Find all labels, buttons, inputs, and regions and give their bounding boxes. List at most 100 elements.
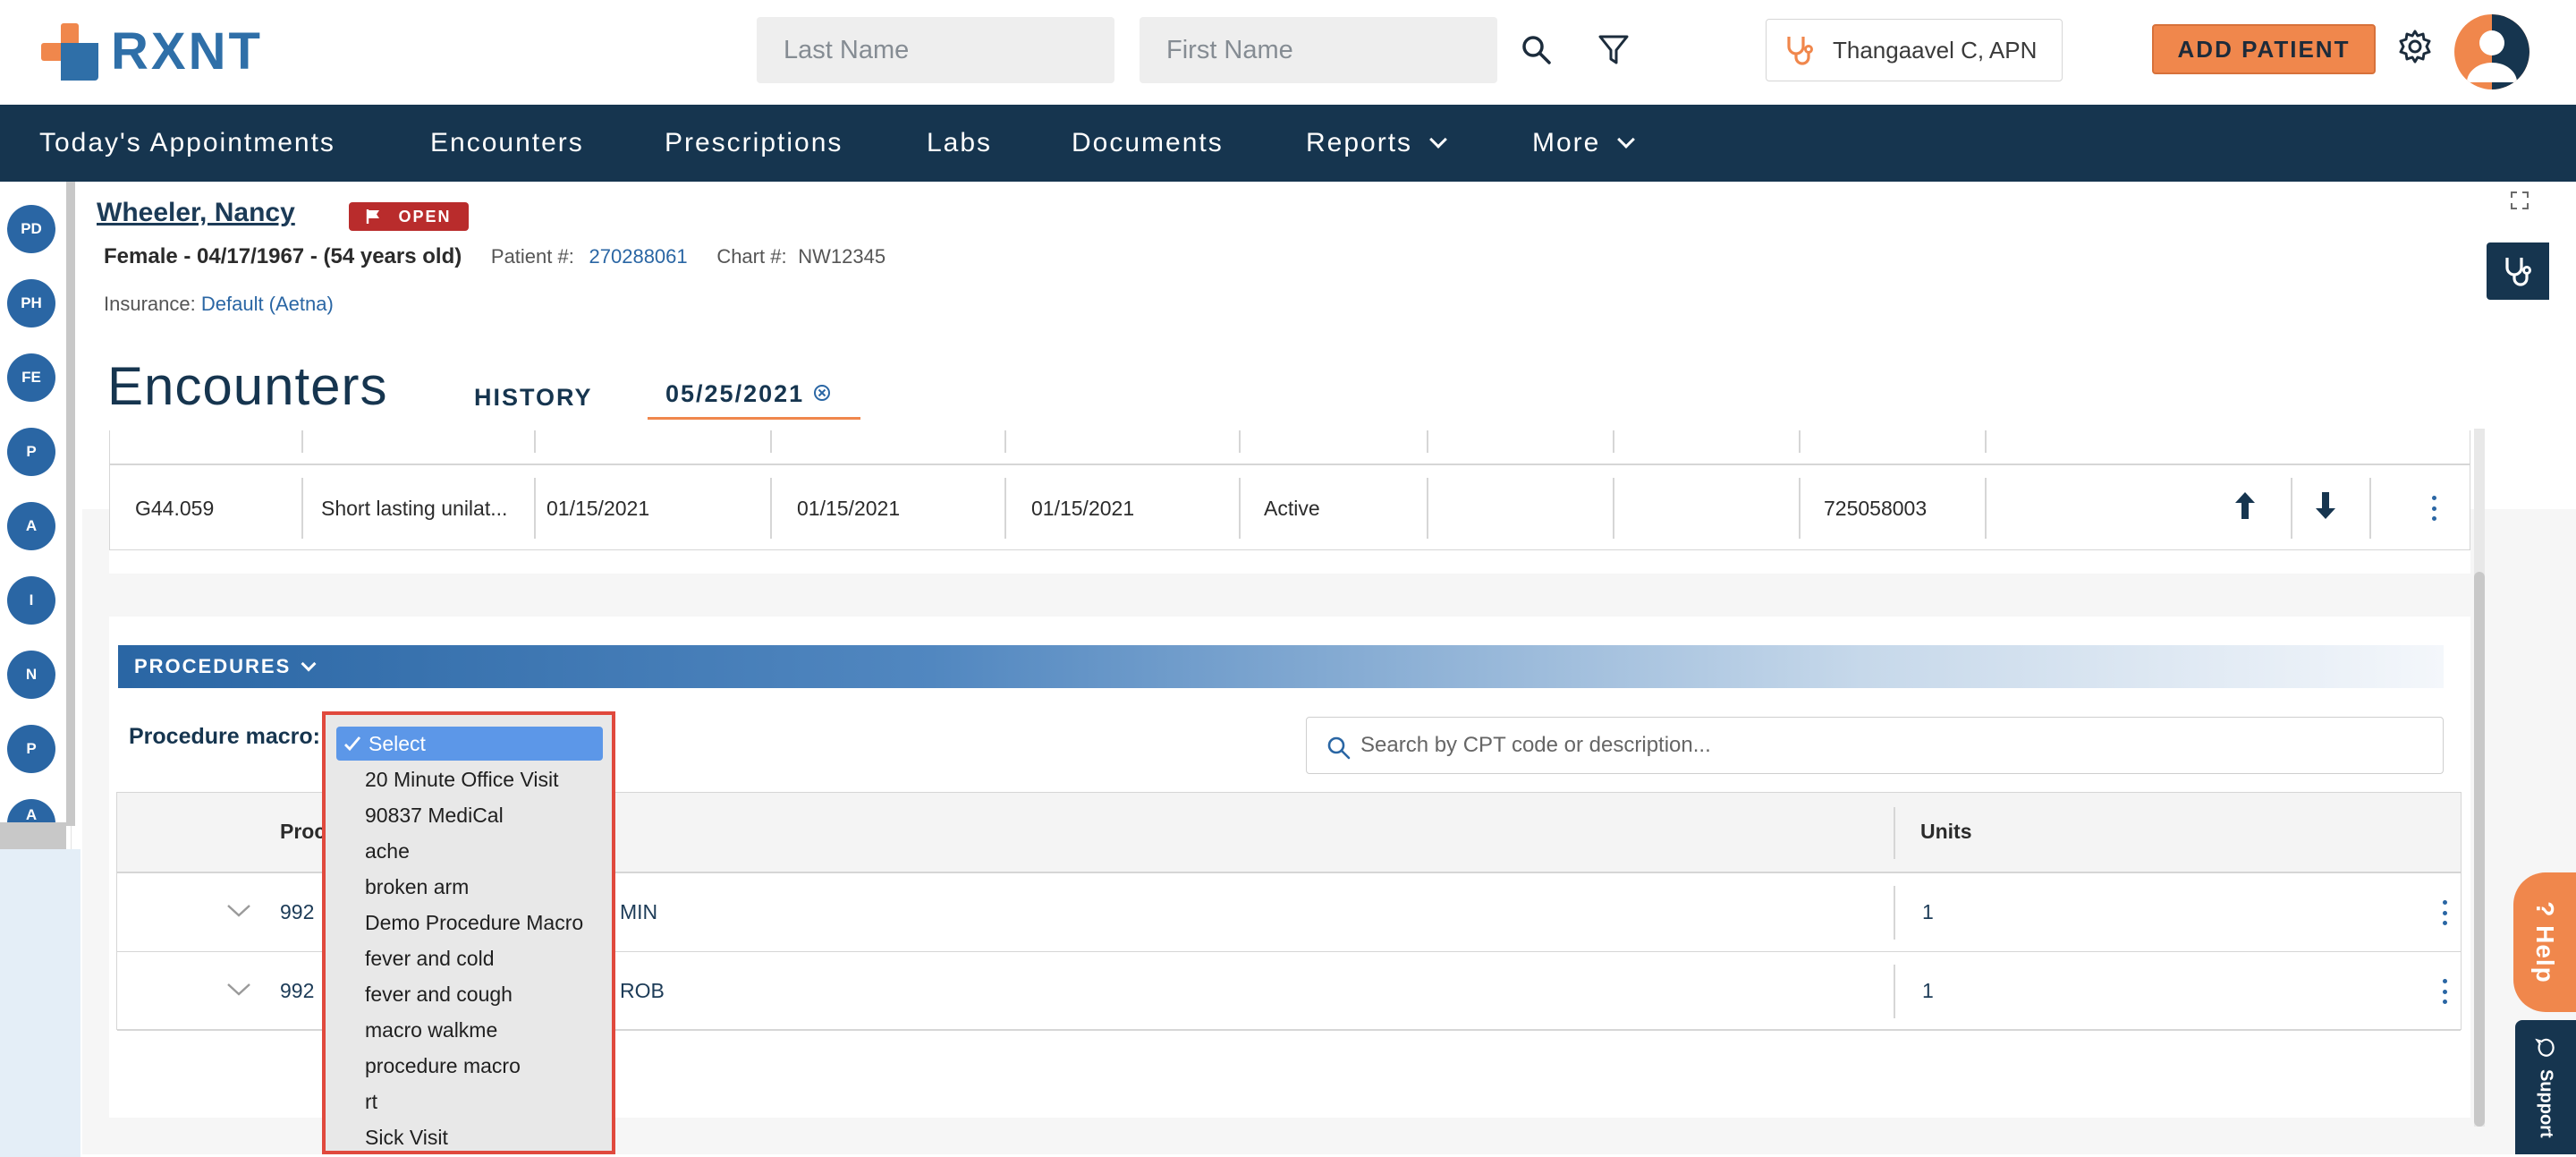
nav-documents[interactable]: Documents [1072,105,1224,182]
support-tab[interactable]: Support [2515,1020,2576,1154]
rail-button-p[interactable]: P [7,428,55,476]
clinical-panel-button[interactable] [2487,242,2549,300]
tab-current-encounter[interactable]: 05/25/2021 [648,380,860,420]
problem-code: G44.059 [135,496,215,520]
dropdown-option[interactable]: 20 Minute Office Visit [365,768,558,792]
patient-number-label: Patient #: [490,245,574,268]
rail-scrollbar[interactable] [66,182,75,826]
procedure-macro-label: Procedure macro: [129,724,320,749]
cpt-search-input[interactable]: Search by CPT code or description... [1306,717,2444,774]
problem-status: Active [1264,496,1320,520]
nav-reports-label: Reports [1306,128,1413,157]
support-tab-label: Support [2534,1037,2556,1137]
close-circle-icon[interactable] [813,384,831,402]
column-header-units[interactable]: Units [1920,820,1972,844]
user-avatar[interactable] [2454,14,2529,89]
content-scrollbar[interactable] [2474,429,2485,1127]
chevron-down-icon [1429,131,1447,149]
dropdown-option[interactable]: fever and cold [365,947,494,971]
chevron-down-icon[interactable] [226,983,251,1000]
nav-more-label: More [1532,128,1601,157]
rail-button-p2[interactable]: P [7,725,55,773]
problem-date: 01/15/2021 [1031,496,1135,520]
insurance-link[interactable]: Default (Aetna) [201,293,334,315]
patient-number[interactable]: 270288061 [589,245,688,268]
table-row[interactable]: G44.059 Short lasting unilat... 01/15/20… [109,464,2470,550]
dropdown-option[interactable]: broken arm [365,875,469,899]
nav-encounters[interactable]: Encounters [430,105,584,182]
chart-number-label: Chart #: [716,245,787,268]
procedure-units[interactable]: 1 [1922,979,1934,1003]
dropdown-selected-label: Select [369,731,426,755]
add-patient-button[interactable]: ADD PATIENT [2152,24,2376,74]
patient-name[interactable]: Wheeler, Nancy [97,198,295,228]
provider-name: Thangaavel C, APN [1833,36,2038,64]
dropdown-option[interactable]: rt [365,1090,377,1114]
status-badge: OPEN [349,202,469,231]
procedure-macro-dropdown[interactable]: Select 20 Minute Office Visit 90837 Medi… [322,711,615,1154]
last-name-input[interactable] [757,17,1114,83]
dropdown-option-selected[interactable]: Select [336,727,603,761]
stethoscope-icon [2505,258,2531,286]
nav-todays-appointments[interactable]: Today's Appointments [39,105,335,182]
rail-button-n[interactable]: N [7,651,55,699]
rxnt-logo[interactable]: RXNT [41,20,274,84]
problem-date: 08/02/2020 [547,430,649,465]
chevron-down-icon[interactable] [226,904,251,922]
insurance-info: Insurance: Default (Aetna) [104,293,334,316]
table-row[interactable]: F43.8 Reaction to severe s... 08/02/2020… [109,430,2470,464]
tab-history[interactable]: HISTORY [474,384,593,412]
nav-more[interactable]: More [1532,105,1636,182]
chat-bubble-icon [2534,1037,2555,1057]
procedure-units[interactable]: 1 [1922,900,1934,924]
move-up-icon[interactable] [2233,490,2257,524]
patient-header: Wheeler, Nancy OPEN Female - 04/17/1967 … [82,182,2576,330]
dropdown-option[interactable]: Demo Procedure Macro [365,911,583,935]
problem-description: Reaction to severe s... [321,430,526,465]
chart-number: NW12345 [798,245,886,268]
nav-labs[interactable]: Labs [927,105,992,182]
move-down-icon[interactable] [2314,490,2337,524]
left-rail: PD PH FE P A I N P A [0,182,80,1157]
rail-button-ph[interactable]: PH [7,279,55,328]
first-name-input[interactable] [1140,17,1497,83]
patient-demographics-text: Female - 04/17/1967 - (54 years old) [104,244,462,268]
dropdown-option[interactable]: macro walkme [365,1018,497,1042]
chevron-down-icon [301,656,317,672]
filter-icon[interactable] [1589,25,1639,75]
rail-scroll-thumb[interactable] [0,822,66,849]
problem-status: Active [1264,430,1320,465]
help-tab[interactable]: ? Help [2513,872,2576,1012]
page-title: Encounters [107,356,388,416]
chevron-down-icon [1617,131,1636,149]
procedures-section-header[interactable]: PROCEDURES [118,645,2444,688]
gear-icon[interactable] [2390,21,2440,72]
search-icon[interactable] [1512,25,1562,75]
help-tab-label: ? Help [2531,901,2560,983]
row-menu-icon[interactable] [2443,979,2448,1004]
rail-button-a[interactable]: A [7,502,55,550]
row-menu-icon[interactable] [2432,496,2437,521]
problem-snomed: 725058003 [1824,496,1928,520]
dropdown-option[interactable]: Sick Visit [365,1126,448,1150]
column-header-procedure[interactable]: Proc [280,820,326,844]
rail-button-fe[interactable]: FE [7,353,55,402]
provider-selector[interactable]: Thangaavel C, APN [1766,19,2063,81]
dropdown-option[interactable]: ache [365,839,410,863]
dropdown-option[interactable]: procedure macro [365,1054,521,1078]
row-menu-icon[interactable] [2443,900,2448,925]
help-text: Help [2531,925,2560,983]
rail-button-pd[interactable]: PD [7,205,55,253]
dropdown-option[interactable]: fever and cough [365,983,513,1007]
insurance-label: Insurance: [104,293,196,315]
rail-button-i[interactable]: I [7,576,55,625]
problems-card: F43.8 Reaction to severe s... 08/02/2020… [109,430,2470,574]
nav-reports[interactable]: Reports [1306,105,1447,182]
dropdown-option[interactable]: 90837 MediCal [365,804,504,828]
checkmark-icon [344,736,361,752]
logo-cross-icon [41,23,98,81]
top-header: RXNT Thangaavel C, APN ADD PATIENT [0,0,2576,105]
expand-icon[interactable] [2510,191,2529,214]
problem-date: 08/02/2020 [797,430,900,465]
nav-prescriptions[interactable]: Prescriptions [665,105,843,182]
